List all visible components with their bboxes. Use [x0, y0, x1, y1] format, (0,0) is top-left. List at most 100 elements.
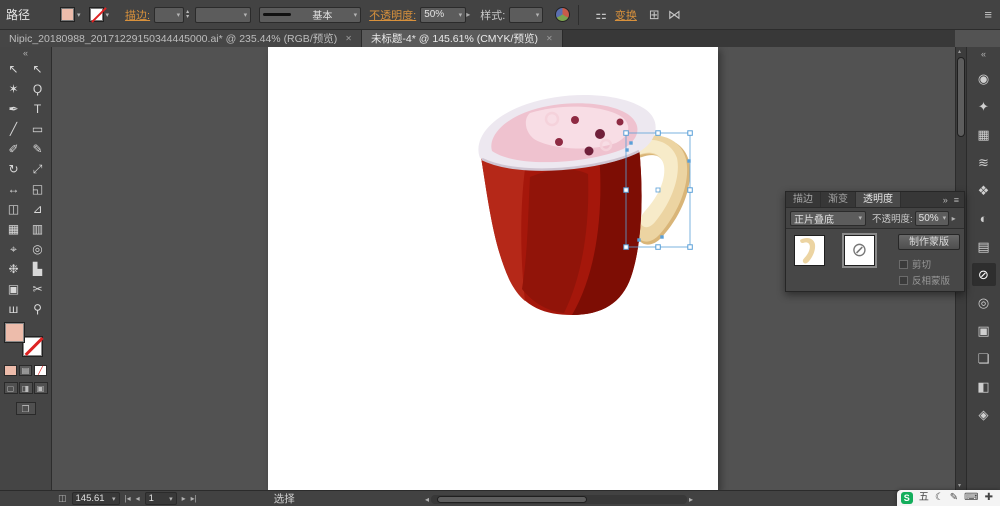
recolor-artwork-icon[interactable] [555, 7, 570, 22]
swatches-panel-icon[interactable]: ▦ [972, 123, 996, 146]
clip-checkbox[interactable] [899, 260, 908, 269]
panel-expand-icon[interactable]: » [943, 195, 948, 205]
stroke-panel-icon[interactable]: ▤ [972, 235, 996, 258]
perspective-grid-tool[interactable]: ⊿ [26, 199, 50, 219]
ime-mode-label[interactable]: 五 [919, 490, 929, 506]
pitcher-artwork[interactable] [268, 47, 718, 490]
anchor-point[interactable] [660, 235, 663, 238]
chevron-down-icon[interactable]: ▾ [106, 11, 110, 19]
fill-indicator-swatch[interactable] [5, 323, 24, 342]
pathfinder-panel-icon[interactable]: ◈ [972, 403, 996, 426]
moon-icon[interactable]: ☾ [935, 490, 944, 506]
gradient-mode-icon[interactable]: ▤ [19, 365, 32, 376]
appearance-panel-icon[interactable]: ◎ [972, 291, 996, 314]
scroll-left-icon[interactable]: ◂ [425, 495, 429, 504]
opacity-combo[interactable]: 50%▾ [420, 7, 466, 23]
screen-mode-icon[interactable]: ❐ [16, 402, 36, 415]
object-thumbnail[interactable] [794, 235, 825, 266]
gradient-panel-icon[interactable]: ◐ [972, 207, 996, 230]
chevron-down-icon[interactable]: ▾ [77, 11, 81, 19]
next-artboard-icon[interactable]: ▸ [182, 494, 186, 503]
symbol-sprayer-tool[interactable]: ❉ [2, 259, 26, 279]
tab-document-2[interactable]: 未标题-4* @ 145.61% (CMYK/预览) ✕ [362, 30, 563, 47]
graphic-styles-panel-icon[interactable]: ▣ [972, 319, 996, 342]
expand-dock-icon[interactable]: « [967, 47, 1000, 61]
color-mode-icon[interactable] [4, 365, 17, 376]
paintbrush-tool[interactable]: ✐ [2, 139, 26, 159]
gradient-tool[interactable]: ▥ [26, 219, 50, 239]
artboard[interactable] [268, 47, 718, 490]
rectangle-tool[interactable]: ▭ [26, 119, 50, 139]
slice-tool[interactable]: ✂ [26, 279, 50, 299]
eyedropper-tool[interactable]: ⌖ [2, 239, 26, 259]
scroll-up-icon[interactable]: ▴ [958, 48, 961, 55]
column-graph-tool[interactable]: ▙ [26, 259, 50, 279]
color-panel-icon[interactable]: ◉ [972, 67, 996, 90]
zoom-combo[interactable]: 145.61▾ [72, 492, 120, 505]
pencil-tool[interactable]: ✎ [26, 139, 50, 159]
selection-handle[interactable] [688, 188, 693, 193]
color-guide-panel-icon[interactable]: ✦ [972, 95, 996, 118]
anchor-point[interactable] [637, 238, 640, 241]
first-artboard-icon[interactable]: |◂ [125, 494, 131, 503]
keyboard-icon[interactable]: ⌨ [964, 490, 978, 506]
scroll-right-icon[interactable]: ▸ [689, 495, 693, 504]
brushes-panel-icon[interactable]: ≋ [972, 151, 996, 174]
width-profile-combo[interactable]: ▾ [195, 7, 251, 23]
stroke-color-control[interactable]: ▾ [89, 7, 110, 22]
line-tool[interactable]: ╱ [2, 119, 26, 139]
draw-behind-icon[interactable]: ◨ [19, 382, 33, 394]
pen-icon[interactable]: ✎ [950, 490, 958, 506]
opacity-link[interactable]: 不透明度: [369, 7, 416, 23]
distribute-objects-icon[interactable]: ⋈ [668, 7, 681, 23]
tab-stroke[interactable]: 描边 [786, 192, 821, 207]
artboards-panel-icon[interactable]: ◧ [972, 375, 996, 398]
fill-color-control[interactable]: ▾ [60, 7, 81, 22]
selection-handle[interactable] [624, 131, 629, 136]
free-transform-tool[interactable]: ◱ [26, 179, 50, 199]
vertical-scroll-thumb[interactable] [957, 57, 965, 137]
anchor-point[interactable] [687, 159, 690, 162]
panel-menu-icon[interactable]: ≡ [954, 195, 959, 205]
horizontal-scrollbar[interactable]: ◂ ▸ [425, 494, 693, 504]
anchor-point[interactable] [629, 141, 632, 144]
direct-selection-tool[interactable]: ↖ [26, 59, 50, 79]
scroll-down-icon[interactable]: ▾ [958, 482, 961, 489]
hand-tool[interactable]: ш [2, 299, 26, 319]
selection-tool[interactable]: ↖ [2, 59, 26, 79]
artboard-tool[interactable]: ▣ [2, 279, 26, 299]
shape-builder-tool[interactable]: ◫ [2, 199, 26, 219]
sogou-logo-icon[interactable]: S [901, 492, 913, 504]
last-artboard-icon[interactable]: ▸| [191, 494, 197, 503]
invert-mask-checkbox[interactable] [899, 276, 908, 285]
fill-color-swatch[interactable] [60, 7, 75, 22]
tab-document-1[interactable]: Nipic_20180988_20171229150344445000.ai* … [0, 30, 362, 47]
selection-handle[interactable] [656, 245, 661, 250]
transform-link[interactable]: 变换 [615, 7, 637, 23]
type-tool[interactable]: T [26, 99, 50, 119]
collapse-tools-icon[interactable]: « [0, 47, 51, 59]
tab-transparency[interactable]: 透明度 [856, 192, 901, 207]
lasso-tool[interactable]: Ϙ [26, 79, 50, 99]
symbols-panel-icon[interactable]: ❖ [972, 179, 996, 202]
mask-thumbnail[interactable]: ⊘ [844, 235, 875, 266]
horizontal-scroll-thumb[interactable] [437, 496, 587, 503]
magic-wand-tool[interactable]: ✶ [2, 79, 26, 99]
stroke-weight-stepper[interactable]: ▴▾ [186, 10, 189, 20]
selection-handle[interactable] [624, 188, 629, 193]
layers-panel-icon[interactable]: ❏ [972, 347, 996, 370]
close-icon[interactable]: ✕ [345, 34, 352, 43]
stroke-weight-combo[interactable]: ▾ [154, 7, 184, 23]
panel-opacity-combo[interactable]: 50%▾ [915, 211, 949, 226]
opacity-stepper-icon[interactable]: ▸ [466, 10, 470, 19]
prev-artboard-icon[interactable]: ◂ [136, 494, 140, 503]
opacity-flyout-icon[interactable]: ▸ [952, 214, 956, 223]
toolbox-icon[interactable]: ✚ [985, 490, 993, 506]
artboard-number-combo[interactable]: 1▾ [145, 492, 177, 505]
anchor-point[interactable] [625, 148, 628, 151]
transparency-panel-icon[interactable]: ⊘ [972, 263, 996, 286]
selection-handle[interactable] [688, 245, 693, 250]
zoom-tool[interactable]: ⚲ [26, 299, 50, 319]
brush-definition-combo[interactable]: 基本 ▾ [259, 7, 361, 23]
align-objects-icon[interactable]: ⊞ [649, 7, 660, 23]
